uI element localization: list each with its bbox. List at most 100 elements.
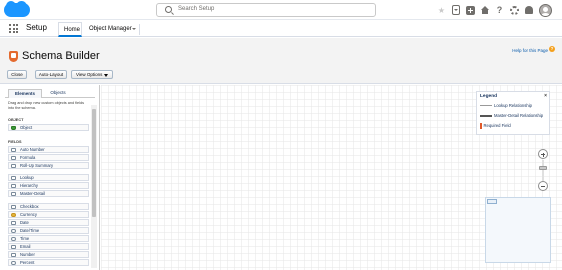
palette-item-roll-up-summary[interactable]: Roll-Up Summary [8,162,89,169]
add-icon[interactable] [466,5,475,15]
avatar[interactable] [539,3,552,17]
caret-down-icon [104,74,108,77]
palette-item-label: Percent [20,260,35,265]
date-icon [11,220,16,225]
salesforce-logo-icon[interactable] [4,1,30,17]
zoom-out-button[interactable] [538,181,548,191]
help-page-icon[interactable]: ? [549,46,555,52]
tab-object-manager[interactable]: Object Manager [84,22,140,37]
tab-home-label: Home [64,27,81,33]
palette-item-label: Time [20,236,30,241]
date-time-icon [11,228,16,233]
checkbox-icon [11,204,16,209]
app-nav-bar: Setup Home Object Manager [0,20,562,37]
palette-item-label: Hierarchy [20,183,38,188]
palette-item-number[interactable]: Number [8,251,89,258]
minimap-viewport[interactable] [487,199,497,204]
scrollbar-thumb[interactable] [92,109,96,217]
favorites-dropdown-icon[interactable] [452,5,460,15]
tab-divider [139,24,140,35]
palette-item-hierarchy[interactable]: Hierarchy [8,182,89,189]
number-icon [11,252,16,257]
palette-item-label: Master-Detail [20,191,45,196]
roll-up-summary-icon [11,163,16,168]
tab-home[interactable]: Home [58,22,82,37]
canvas-minimap[interactable] [485,197,551,263]
schema-builder-icon [9,51,18,62]
app-name: Setup [26,23,47,32]
chevron-down-icon[interactable] [132,28,136,30]
bell-icon[interactable] [525,6,533,14]
palette-item-label: Currency [20,212,37,217]
hierarchy-icon [11,183,16,188]
zoom-track[interactable] [542,160,544,181]
email-icon [11,244,16,249]
palette-item-checkbox[interactable]: Checkbox [8,203,89,210]
auto-layout-button[interactable]: Auto-Layout [35,70,67,79]
legend-panel: Legend × Lookup Relationship Master-Deta… [476,91,550,135]
tab-objects[interactable]: Objects [44,89,72,98]
palette-item-time[interactable]: Time [8,235,89,242]
palette-item-percent[interactable]: Percent [8,259,89,266]
palette-item-email[interactable]: Email [8,243,89,250]
gear-icon[interactable] [510,5,519,15]
global-header: Search Setup ★ ? [0,0,562,20]
time-icon [11,236,16,241]
legend-row-lookup: Lookup Relationship [480,103,532,108]
palette-panel: Elements Objects Drag and drop new custo… [0,85,100,270]
palette-item-label: Date [20,220,29,225]
palette-tabs: Elements Objects [5,87,95,98]
zoom-in-button[interactable] [538,149,548,159]
palette-item-date[interactable]: Date [8,219,89,226]
header-utility-icons: ★ ? [437,3,552,17]
view-options-label: View Options [76,72,103,77]
drag-hint-text: Drag and drop new custom objects and fie… [8,101,84,110]
close-icon[interactable]: × [544,93,547,99]
master-detail-icon [11,191,16,196]
formula-icon [11,155,16,160]
help-link[interactable]: Help for this Page [512,48,548,53]
master-detail-line-swatch [480,115,492,117]
auto-number-icon [11,147,16,152]
tab-elements[interactable]: Elements [8,89,42,98]
palette-item-lookup[interactable]: Lookup [8,174,89,181]
palette-item-label: Lookup [20,175,34,180]
home-icon[interactable] [481,6,489,14]
legend-row-label: Required Field [483,123,511,129]
palette-item-auto-number[interactable]: Auto Number [8,146,89,153]
section-label-fields: FIELDS [8,140,22,144]
palette-scrollbar[interactable] [91,105,97,268]
palette-item-label: Checkbox [20,204,39,209]
lookup-line-swatch [480,105,492,107]
star-icon[interactable]: ★ [437,6,446,15]
legend-title: Legend [480,94,498,99]
search-input[interactable]: Search Setup [156,3,376,17]
zoom-slider-handle[interactable] [539,166,547,170]
legend-row-label: Lookup Relationship [494,103,532,108]
object-icon [11,125,16,130]
required-field-swatch [480,123,482,129]
page-header: Schema Builder Help for this Page ? Clos… [0,38,562,84]
lookup-icon [11,175,16,180]
legend-row-master-detail: Master-Detail Relationship [480,113,543,118]
palette-item-master-detail[interactable]: Master-Detail [8,190,89,197]
search-placeholder: Search Setup [178,6,215,12]
palette-item-object[interactable]: Object [8,124,89,131]
tab-object-manager-label: Object Manager [89,26,132,32]
palette-item-formula[interactable]: Formula [8,154,89,161]
view-options-button[interactable]: View Options [71,70,113,79]
legend-row-label: Master-Detail Relationship [494,113,544,118]
legend-row-required: Required Field [480,123,511,129]
search-icon [165,6,172,13]
app-launcher-icon[interactable] [9,24,18,33]
percent-icon [11,260,16,265]
palette-item-label: Roll-Up Summary [20,163,54,168]
palette-item-label: Formula [20,155,36,160]
palette-item-label: Date/Time [20,228,40,233]
close-button[interactable]: Close [7,70,27,79]
palette-item-label: Auto Number [20,147,45,152]
palette-item-label: Object [20,125,33,130]
palette-item-currency[interactable]: Currency [8,211,89,218]
help-icon[interactable]: ? [495,5,504,15]
palette-item-date-time[interactable]: Date/Time [8,227,89,234]
